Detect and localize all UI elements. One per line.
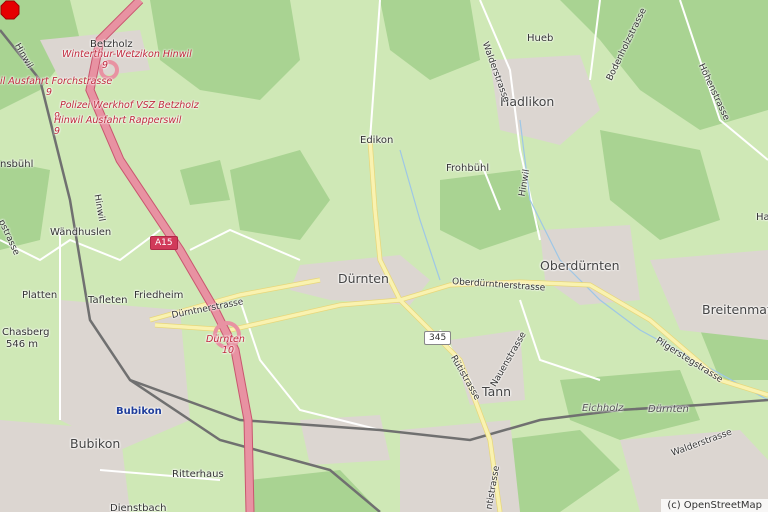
place-frohbuhl: Frohbühl [446, 163, 490, 174]
location-marker-icon[interactable] [0, 0, 20, 20]
place-wandhuslen: Wändhuslen [50, 227, 112, 238]
exit-rapperswil: Hinwil Ausfahrt Rapperswil [54, 115, 182, 126]
road-shield-a15: A15 [150, 236, 178, 250]
exit-winterthur-wetzikon: Winterthur-Wetzikon Hinwil [62, 49, 192, 60]
exit-winterthur-number: 9 [102, 60, 109, 71]
exit-rapperswil-number: 9 [54, 126, 61, 137]
stream-durnten: Dürnten [648, 404, 689, 415]
place-dienstbach: Dienstbach [110, 503, 167, 512]
map-view[interactable]: Dürnten Oberdürnten Hadlikon Tann Bubiko… [0, 0, 768, 512]
place-nsbuhl: nsbühl [0, 159, 34, 170]
place-friedheim: Friedheim [134, 290, 184, 301]
place-chasberg-elevation: 546 m [6, 339, 39, 350]
road-shield-345: 345 [424, 331, 452, 345]
exit-durnten-number: 10 [222, 345, 235, 356]
station-bubikon: Bubikon [116, 406, 162, 417]
place-ritterhaus: Ritterhaus [172, 469, 224, 480]
place-durnten: Dürnten [338, 271, 389, 286]
place-oberdurnten: Oberdürnten [540, 258, 620, 273]
place-edikon: Edikon [360, 135, 394, 146]
exit-polizei-werkhof: Polizei Werkhof VSZ Betzholz [60, 100, 199, 111]
exit-forchstrasse-number: 9 [46, 87, 53, 98]
place-hueb: Hueb [527, 33, 554, 44]
place-breitenmatt: Breitenmatt [702, 302, 768, 317]
place-tafleten: Tafleten [88, 295, 128, 306]
place-bubikon: Bubikon [70, 436, 121, 451]
place-chasberg: Chasberg [2, 327, 50, 338]
area-eichholz: Eichholz [582, 403, 624, 414]
place-platten: Platten [22, 290, 58, 301]
exit-forchstrasse: il Ausfahrt Forchstrasse [0, 76, 113, 87]
place-ha: Ha [756, 212, 768, 223]
map-attribution[interactable]: (c) OpenStreetMap [661, 499, 768, 512]
exit-durnten: Dürnten [206, 334, 245, 345]
